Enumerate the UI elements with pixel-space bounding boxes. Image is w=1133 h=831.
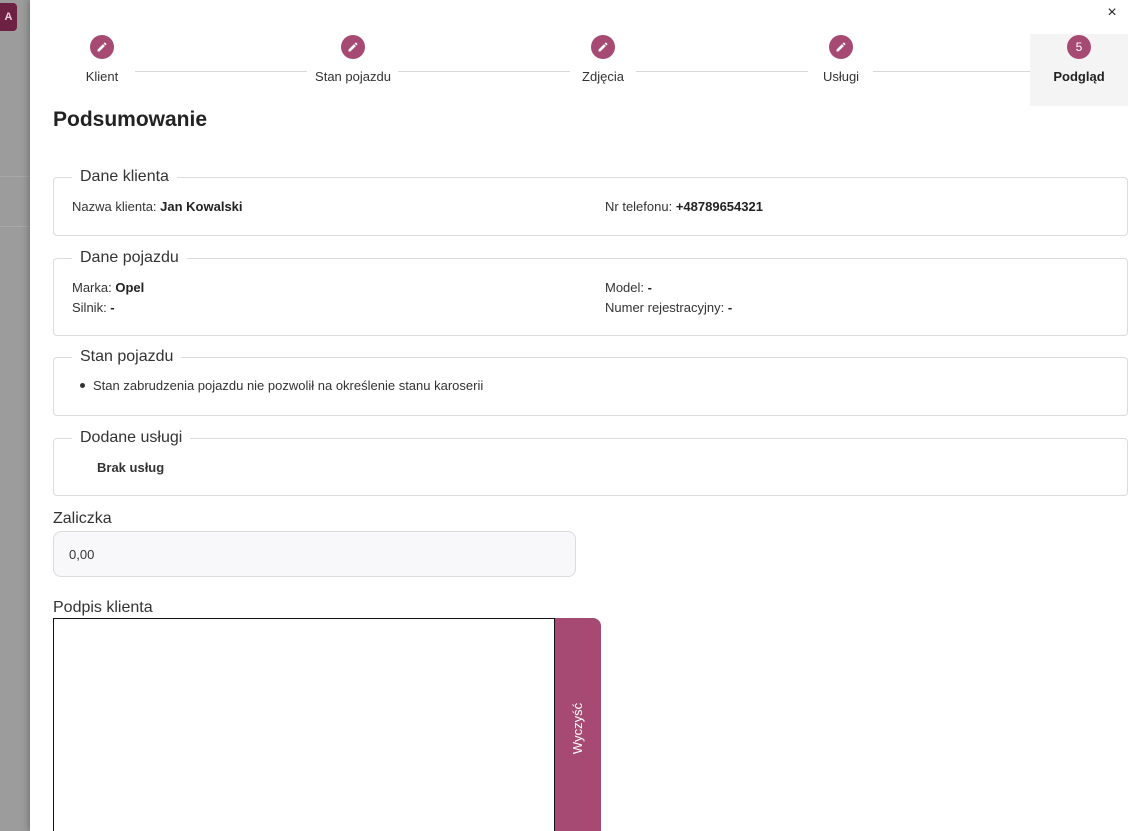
background-divider xyxy=(0,176,30,177)
summary-drawer: × Klient Stan pojazdu Zdjęcia Usługi 5 P… xyxy=(30,0,1133,831)
pencil-icon xyxy=(90,35,114,59)
vehicle-engine-label: Silnik: xyxy=(72,300,111,315)
page-title: Podsumowanie xyxy=(53,108,208,131)
vehicle-make-row: Marka: Opel xyxy=(72,280,144,295)
clear-signature-label: Wyczyść xyxy=(570,702,586,754)
client-name-value: Jan Kowalski xyxy=(160,199,243,214)
step-label: Zdjęcia xyxy=(582,69,624,84)
condition-item: Stan zabrudzenia pojazdu nie pozwolił na… xyxy=(80,378,483,393)
vehicle-section: Dane pojazdu Marka: Opel Model: - Silnik… xyxy=(53,248,1128,336)
client-name-label: Nazwa klienta: xyxy=(72,199,161,214)
step-uslugi[interactable]: Usługi xyxy=(811,34,871,106)
background-divider xyxy=(0,226,30,227)
vehicle-model-row: Model: - xyxy=(605,280,652,295)
signature-pad[interactable] xyxy=(53,618,555,831)
vehicle-make-value: Opel xyxy=(115,280,145,295)
signature-label: Podpis klienta xyxy=(53,599,153,616)
services-section: Dodane usługi Brak usług xyxy=(53,428,1128,496)
vehicle-plate-row: Numer rejestracyjny: - xyxy=(605,300,732,315)
app-logo: A xyxy=(0,3,17,31)
client-phone-value: +48789654321 xyxy=(675,199,763,214)
section-legend: Dane klienta xyxy=(72,167,177,187)
section-legend: Dodane usługi xyxy=(72,428,191,448)
step-number: 5 xyxy=(1067,35,1091,59)
vehicle-plate-label: Numer rejestracyjny: xyxy=(605,300,728,315)
step-connector xyxy=(636,71,808,72)
step-zdjecia[interactable]: Zdjęcia xyxy=(573,34,633,106)
client-name-row: Nazwa klienta: Jan Kowalski xyxy=(72,199,243,214)
step-connector xyxy=(398,71,570,72)
deposit-label: Zaliczka xyxy=(53,510,112,527)
client-phone-row: Nr telefonu: +48789654321 xyxy=(605,199,763,214)
clear-signature-button[interactable]: Wyczyść xyxy=(555,618,601,831)
background-app: A xyxy=(0,0,30,831)
step-label: Usługi xyxy=(822,69,860,84)
vehicle-model-value: - xyxy=(647,280,652,295)
client-section: Dane klienta Nazwa klienta: Jan Kowalski… xyxy=(53,167,1128,236)
step-connector xyxy=(873,71,1045,72)
step-klient[interactable]: Klient xyxy=(74,34,130,106)
services-empty-text: Brak usług xyxy=(97,460,165,475)
step-podglad[interactable]: 5 Podgląd xyxy=(1030,34,1128,106)
pencil-icon xyxy=(829,35,853,59)
step-label: Klient xyxy=(85,69,119,84)
pencil-icon xyxy=(341,35,365,59)
vehicle-plate-value: - xyxy=(727,300,733,315)
vehicle-make-label: Marka: xyxy=(72,280,116,295)
client-phone-label: Nr telefonu: xyxy=(605,199,676,214)
vehicle-engine-value: - xyxy=(110,300,115,315)
vehicle-engine-row: Silnik: - xyxy=(72,300,115,315)
step-label: Stan pojazdu xyxy=(315,69,391,84)
vehicle-model-label: Model: xyxy=(605,280,648,295)
close-button[interactable]: × xyxy=(1103,4,1121,22)
step-connector xyxy=(135,71,307,72)
deposit-input[interactable] xyxy=(53,531,576,577)
step-label: Podgląd xyxy=(1053,69,1105,84)
step-stan-pojazdu[interactable]: Stan pojazdu xyxy=(307,34,399,106)
section-legend: Dane pojazdu xyxy=(72,248,187,268)
section-legend: Stan pojazdu xyxy=(72,347,182,367)
stepper: Klient Stan pojazdu Zdjęcia Usługi 5 Pod… xyxy=(30,34,1133,108)
condition-section: Stan pojazdu Stan zabrudzenia pojazdu ni… xyxy=(53,347,1128,416)
pencil-icon xyxy=(591,35,615,59)
